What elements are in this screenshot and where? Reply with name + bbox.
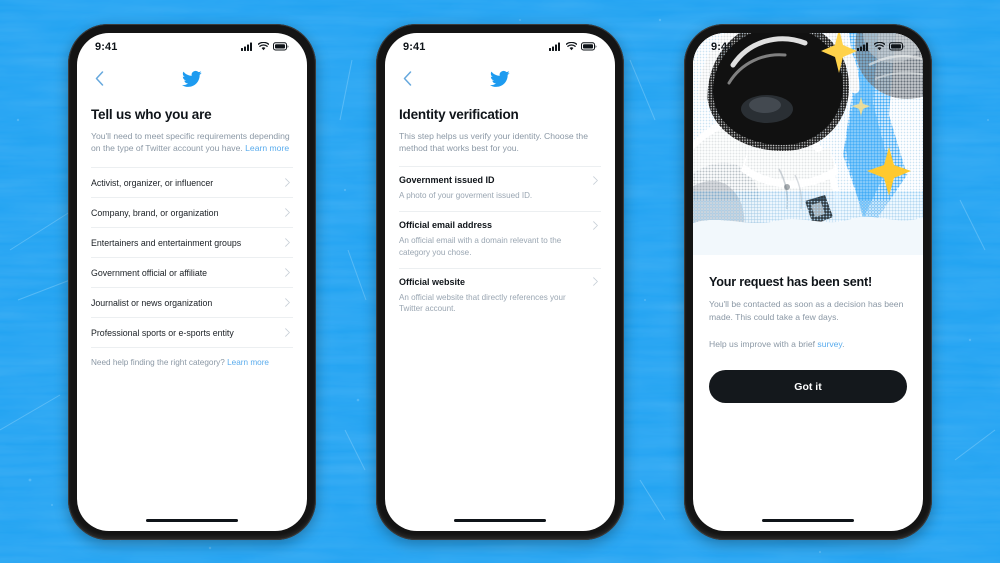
back-chevron-icon[interactable] [399,71,415,87]
list-item-header: Official website [399,277,601,287]
signal-icon [241,42,252,51]
status-icons [549,42,597,51]
confirmation-message: You'll be contacted as soon as a decisio… [709,298,904,322]
list-item[interactable]: Company, brand, or organization [91,197,293,227]
list-item[interactable]: Professional sports or e-sports entity [91,317,293,347]
chevron-right-icon [593,220,598,230]
status-bar: 9:41 [385,33,615,61]
survey-prompt-text: Help us improve with a brief [709,339,818,350]
screen-body: Tell us who you are You'll need to meet … [77,97,307,511]
nav-bar [385,61,615,97]
phone-confirmation: 9:41 Your request has been sent! You'll … [684,23,932,540]
list-item-label: Activist, organizer, or influencer [91,177,214,188]
list-item[interactable]: Activist, organizer, or influencer [91,167,293,197]
home-indicator-bar [454,519,546,522]
footer-learn-more-link[interactable]: Learn more [227,358,269,367]
wifi-icon [258,42,269,51]
status-icons [241,42,289,51]
list-item-title: Official website [399,276,466,287]
chevron-right-icon [285,208,290,218]
battery-icon [581,42,597,51]
status-time: 9:41 [403,40,426,53]
twitter-bird-icon [490,70,510,87]
page-subtitle: You'll need to meet specific requirement… [91,130,293,155]
chevron-right-icon [593,277,598,286]
signal-icon [857,42,868,51]
list-item[interactable]: Journalist or news organization [91,287,293,317]
status-time: 9:41 [711,40,734,53]
wifi-icon [874,42,885,51]
status-bar: 9:41 [693,33,923,61]
learn-more-link[interactable]: Learn more [245,143,289,153]
survey-link[interactable]: survey [817,339,842,349]
phone-screen: 9:41 [693,32,923,531]
survey-prompt: Help us improve with a brief survey. [709,338,907,351]
status-bar: 9:41 [77,33,307,61]
chevron-right-icon [285,268,290,278]
list-item-header: Government issued ID [399,175,601,185]
chevron-right-icon [285,328,290,338]
chevron-right-icon [285,238,290,248]
home-indicator [693,511,923,531]
list-footer-text: Need help finding the right category? [91,358,225,368]
list-item-description: A photo of your goverment issued ID. [399,191,533,201]
list-item[interactable]: Government issued ID A photo of your gov… [399,166,601,211]
list-item-title: Official email address [399,220,493,231]
list-item[interactable]: Official website An official website tha… [399,267,601,324]
hero-illustration [693,32,923,255]
list-item-description: An official email with a domain relevant… [399,236,562,257]
signal-icon [549,42,560,51]
list-item-label: Company, brand, or organization [91,207,219,218]
twitter-bird-icon [182,70,202,87]
phone-screen: 9:41 [77,32,307,531]
phone-mockups-row: 9:41 Tell us who you are You'll need to … [0,0,1000,563]
home-indicator-bar [762,519,854,522]
home-indicator [77,511,307,531]
phone-screen: 9:41 [385,32,615,531]
page-title: Identity verification [399,106,519,122]
list-item-label: Entertainers and entertainment groups [91,237,242,248]
confirmation-title: Your request has been sent! [709,274,873,289]
list-item-title: Government issued ID [399,175,495,186]
phone-identity: 9:41 Identity verification This step hel… [376,23,624,540]
back-chevron-icon[interactable] [91,71,107,87]
list-item[interactable]: Government official or affiliate [91,257,293,287]
nav-bar [77,61,307,97]
status-icons [857,42,905,51]
list-item-label: Professional sports or e-sports entity [91,327,234,338]
chevron-right-icon [593,176,598,185]
category-list: Activist, organizer, or influencer Compa… [91,167,293,367]
home-indicator [385,511,615,531]
survey-prompt-suffix: . [842,339,845,350]
verification-method-list: Government issued ID A photo of your gov… [399,166,601,324]
battery-icon [889,42,905,51]
wifi-icon [566,42,577,51]
phone-categories: 9:41 Tell us who you are You'll need to … [68,23,316,540]
list-footer: Need help finding the right category? Le… [91,347,293,367]
list-item-label: Journalist or news organization [91,297,213,308]
list-item-label: Government official or affiliate [91,267,208,278]
chevron-right-icon [285,178,290,188]
list-item[interactable]: Official email address An official email… [399,211,601,267]
chevron-right-icon [285,298,290,308]
list-item-header: Official email address [399,220,601,230]
page-subtitle: This step helps us verify your identity.… [399,130,588,153]
list-item[interactable]: Entertainers and entertainment groups [91,227,293,257]
page-title: Tell us who you are [91,106,212,122]
status-time: 9:41 [95,40,118,53]
screen-body: Identity verification This step helps us… [385,97,615,511]
battery-icon [273,42,289,51]
home-indicator-bar [146,519,238,522]
got-it-button[interactable]: Got it [709,370,907,404]
confirmation-body: Your request has been sent! You'll be co… [693,255,923,511]
list-item-description: An official website that directly refere… [399,292,566,314]
